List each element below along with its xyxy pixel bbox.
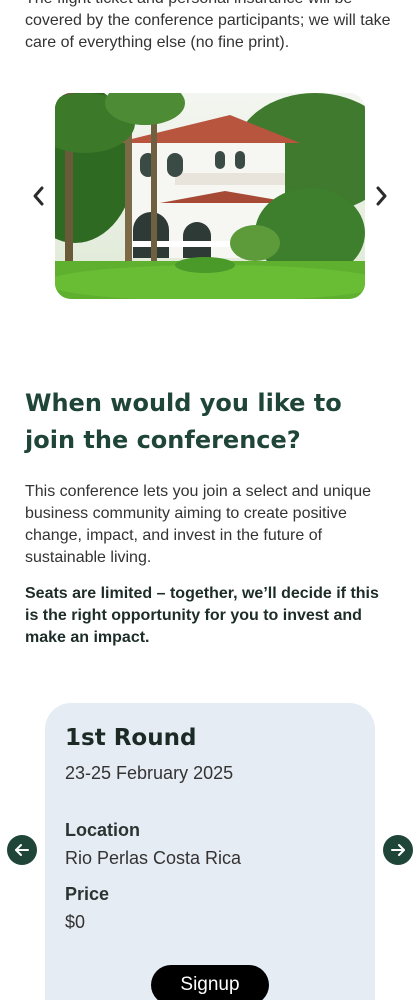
image-gallery [0,93,420,299]
section-description: This conference lets you join a select a… [25,483,371,566]
round-dates: 23-25 February 2025 [65,763,234,783]
price-label: Price [65,884,110,904]
signup-button[interactable]: Signup [151,965,269,1000]
section-heading: When would you like to join the conferen… [25,389,342,454]
round-title: 1st Round [65,725,197,751]
price-value: $0 [65,912,86,932]
location-label: Location [65,820,140,840]
villa-photo [55,93,365,299]
arrow-left-icon [15,844,29,856]
location-value: Rio Perlas Costa Rica [65,848,242,868]
gallery-next-button[interactable] [370,181,394,211]
gallery-prev-button[interactable] [26,181,50,211]
chevron-right-icon [376,186,387,206]
section-highlight: Seats are limited – together, we’ll deci… [25,585,379,646]
round-card: 1st Round 23-25 February 2025 Location R… [45,703,375,1000]
round-next-button[interactable] [383,835,413,865]
chevron-left-icon [33,186,44,206]
arrow-right-icon [391,844,405,856]
round-prev-button[interactable] [7,835,37,865]
intro-text: The flight ticket and personal insurance… [25,0,391,51]
